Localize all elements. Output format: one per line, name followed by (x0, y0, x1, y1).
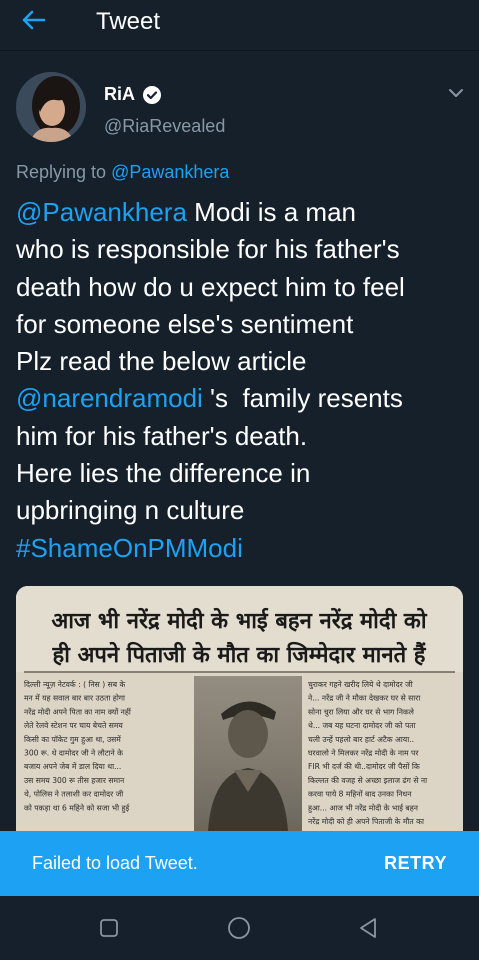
tweet-line: @Pawankhera Modi is a man (16, 194, 466, 231)
article-text-line: ने... नरेंद्र जी ने मौका देखकर घर से सार… (308, 694, 421, 703)
tweet-line: him for his father's death. (16, 418, 466, 455)
article-text-line: किल्लत की वजह से अच्छा इलाज ढंग से ना (308, 776, 428, 785)
article-text-line: हुआ... आज भी नरेंद्र मोदी के भाई बहन (308, 803, 419, 813)
article-text-line: दिल्ली न्यूज़ नेटवर्क : ( निस ) सब के (24, 680, 125, 690)
replying-prefix: Replying to (16, 162, 107, 182)
back-triangle-icon[interactable] (356, 916, 380, 940)
failed-to-load-banner: Failed to load Tweet. RETRY (0, 831, 479, 896)
verified-badge-icon (143, 85, 161, 104)
author-name-row: RiA (104, 84, 161, 105)
tweet-link[interactable]: @Pawankhera (16, 197, 187, 227)
article-text-line: थे, पोलिस ने तलाशी कर दामोदर जी (24, 790, 124, 799)
page-title: Tweet (96, 8, 161, 35)
article-text-line: नरेंद्र मोदी अपने पिता का नाम क्यों नहीं (24, 707, 132, 716)
tweet-text-segment: for someone else's sentiment (16, 308, 354, 339)
article-text-line: को पकड़ा था 6 महिने को सजा भी हुई (24, 803, 130, 813)
tweet-text-segment: him for his father's death. (16, 420, 308, 451)
article-text-line: किसी का पॉकेट गुम हुआ था, उसमें (24, 735, 121, 745)
tweet-line: for someone else's sentiment (16, 306, 466, 343)
article-text-line: सोना चुरा लिया और घर से भाग निकले (308, 707, 415, 717)
tweet-text-segment: who is responsible for his father's (16, 234, 400, 265)
photo-of-man (194, 676, 302, 831)
user-handle[interactable]: @RiaRevealed (104, 116, 225, 137)
article-text-line: मन में यह सवाल बार बार उठता होगा (24, 694, 126, 703)
tweet-line: Here lies the difference in (16, 455, 466, 492)
article-text-line: करवा पाये 8 महिनों बाद उनका निधन (308, 790, 412, 799)
article-text-line: लेते रेलवे स्टेशन पर चाय बेचते समय (24, 721, 123, 730)
article-text-line: थे... जब यह घटना दामोदर जी को पता (308, 721, 417, 730)
headline-line-2: ही अपने पिताजी के मौत का जिम्मेदार मानते… (52, 641, 427, 668)
tweet-image[interactable]: आज भी नरेंद्र मोदी के भाई बहन नरेंद्र मो… (16, 586, 463, 831)
tweet-line: who is responsible for his father's (16, 231, 466, 268)
tweet-line: #ShameOnPMModi (16, 530, 466, 567)
tweet-line: upbringing n culture (16, 492, 466, 529)
failed-message: Failed to load Tweet. (32, 853, 198, 873)
avatar[interactable] (16, 72, 86, 142)
retry-button[interactable]: RETRY (384, 853, 447, 874)
replying-to: Replying to @Pawankhera (16, 162, 229, 183)
article-text-line: नरेंद्र मोदी को ही अपने पिताजी के मौत का (308, 817, 425, 826)
recent-apps-icon[interactable] (97, 916, 121, 940)
top-bar: Tweet (0, 0, 479, 44)
tweet-text-segment: Here lies the difference in (16, 458, 311, 489)
tweet-line: death how do u expect him to feel (16, 269, 466, 306)
tweet-text: @Pawankhera Modi is a man who is responsi… (16, 194, 466, 567)
tweet-text-segment: 's family resents (202, 383, 403, 414)
tweet-text-segment: Modi is a man (186, 197, 357, 227)
article-text-line: उस समय 300 रू तीस हजार समान (24, 776, 125, 785)
article-text-line: बजाय अपने जेब में डाल दिया था... (24, 762, 121, 771)
article-text-line: चली उन्हें पहलो बार हार्ट अटैक आया.. (308, 735, 414, 744)
article-text-line: 300 रू. थे दामोदर जी ने लौटाने के (24, 749, 123, 758)
article-text-line: घरवालो ने मिलकर नरेंद्र मोदी के नाम पर (308, 749, 419, 758)
article-text-line: चुराकर गहने खरीद लिये थे दामोदर जी (308, 680, 414, 690)
tweet-text-segment: upbringing n culture (16, 495, 245, 526)
tweet-line: @narendramodi 's family resents (16, 380, 466, 417)
tweet-text-segment: death how do u expect him to feel (16, 271, 405, 302)
tweet-link[interactable]: @narendramodi (16, 383, 203, 413)
back-arrow-icon[interactable] (20, 9, 60, 35)
tweet-text-segment: Plz read the below article (16, 346, 307, 377)
tweet-line: Plz read the below article (16, 343, 466, 380)
home-icon[interactable] (227, 916, 251, 940)
display-name[interactable]: RiA (104, 84, 135, 105)
system-nav-bar (0, 896, 479, 960)
article-text-line: FIR भी दर्ज की थी..दामोदर जी पैसों कि (308, 762, 420, 771)
tweet-link[interactable]: #ShameOnPMModi (16, 533, 243, 563)
replying-mention[interactable]: @Pawankhera (111, 162, 229, 182)
headline-line-1: आज भी नरेंद्र मोदी के भाई बहन नरेंद्र मो… (51, 607, 427, 634)
chevron-down-icon[interactable] (448, 86, 464, 98)
header-divider (0, 50, 479, 51)
